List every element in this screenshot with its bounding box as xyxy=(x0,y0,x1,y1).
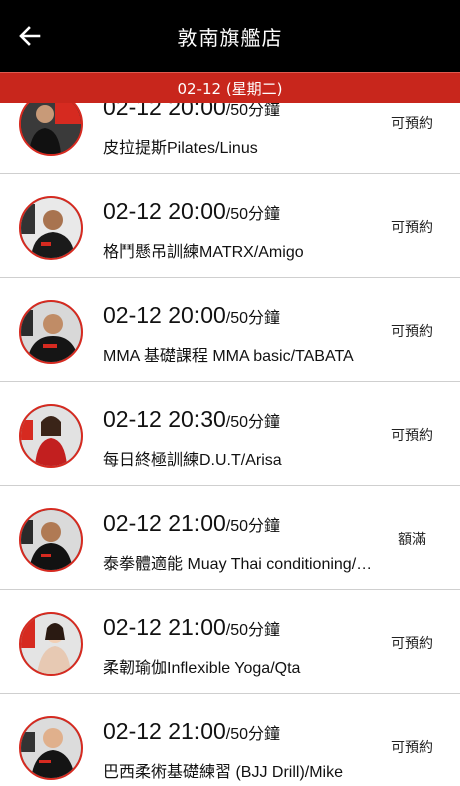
date-section-header: 02-12 (星期二) xyxy=(0,72,460,103)
class-row[interactable]: 02-12 20:00/50分鐘 MMA 基礎課程 MMA basic/TABA… xyxy=(0,278,460,382)
session-time: 02-12 21:00/50分鐘 xyxy=(103,718,280,745)
session-time-value: 02-12 20:00 xyxy=(103,302,226,328)
session-time-value: 02-12 21:00 xyxy=(103,510,226,536)
session-time-value: 02-12 20:30 xyxy=(103,406,226,432)
class-name: 柔韌瑜伽Inflexible Yoga/Qta xyxy=(103,660,301,677)
class-row[interactable]: 02-12 20:30/50分鐘 每日終極訓練D.U.T/Arisa 可預約 xyxy=(0,382,460,486)
session-time: 02-12 21:00/50分鐘 xyxy=(103,510,280,537)
session-time-value: 02-12 21:00 xyxy=(103,718,226,744)
session-duration: /50分鐘 xyxy=(225,622,281,639)
class-row[interactable]: 02-12 21:00/50分鐘 柔韌瑜伽Inflexible Yoga/Qta… xyxy=(0,590,460,694)
instructor-avatar xyxy=(19,404,83,468)
arrow-left-icon xyxy=(19,26,41,46)
session-duration: /50分鐘 xyxy=(225,726,281,743)
booking-status[interactable]: 可預約 xyxy=(391,113,433,133)
instructor-avatar xyxy=(19,196,83,260)
session-duration: /50分鐘 xyxy=(225,103,281,119)
class-row[interactable]: 02-12 21:00/50分鐘 泰拳體適能 Muay Thai conditi… xyxy=(0,486,460,590)
session-time: 02-12 20:30/50分鐘 xyxy=(103,406,280,433)
booking-status: 額滿 xyxy=(398,532,426,548)
session-time: 02-12 20:00/50分鐘 xyxy=(103,302,280,329)
booking-status[interactable]: 可預約 xyxy=(391,737,433,757)
date-label: 02-12 (星期二) xyxy=(177,79,283,98)
class-name: 巴西柔術基礎練習 (BJJ Drill)/Mike xyxy=(103,764,343,781)
booking-status[interactable]: 可預約 xyxy=(391,321,433,341)
session-duration: /50分鐘 xyxy=(225,206,281,223)
class-name: 每日終極訓練D.U.T/Arisa xyxy=(103,452,282,469)
class-list-content: 02-12 20:00/50分鐘 皮拉提斯Pilates/Linus 可預約 0… xyxy=(0,103,460,786)
session-duration: /50分鐘 xyxy=(225,518,281,535)
page-title: 敦南旗艦店 xyxy=(177,25,283,50)
instructor-avatar xyxy=(19,508,83,572)
instructor-avatar xyxy=(19,300,83,364)
class-list[interactable]: 02-12 20:00/50分鐘 皮拉提斯Pilates/Linus 可預約 0… xyxy=(0,103,460,786)
session-time: 02-12 20:00/50分鐘 xyxy=(103,198,280,225)
instructor-avatar xyxy=(19,716,83,780)
booking-status[interactable]: 可預約 xyxy=(391,217,433,237)
instructor-avatar xyxy=(19,612,83,676)
back-button[interactable] xyxy=(14,20,46,52)
session-duration: /50分鐘 xyxy=(225,414,281,431)
class-name: 格鬥懸吊訓練MATRX/Amigo xyxy=(103,244,304,261)
session-time: 02-12 20:00/50分鐘 xyxy=(103,103,280,121)
session-time: 02-12 21:00/50分鐘 xyxy=(103,614,280,641)
class-name: MMA 基礎課程 MMA basic/TABATA xyxy=(103,348,354,365)
class-row[interactable]: 02-12 21:00/50分鐘 巴西柔術基礎練習 (BJJ Drill)/Mi… xyxy=(0,694,460,786)
app-header: 敦南旗艦店 xyxy=(0,0,460,72)
session-duration: /50分鐘 xyxy=(225,310,281,327)
session-time-value: 02-12 21:00 xyxy=(103,614,226,640)
class-name: 皮拉提斯Pilates/Linus xyxy=(103,140,258,157)
instructor-avatar xyxy=(19,103,83,156)
booking-status[interactable]: 可預約 xyxy=(391,425,433,445)
class-row[interactable]: 02-12 20:00/50分鐘 皮拉提斯Pilates/Linus 可預約 xyxy=(0,103,460,174)
booking-status[interactable]: 可預約 xyxy=(391,633,433,653)
class-name: 泰拳體適能 Muay Thai conditioning/Ray xyxy=(103,556,373,573)
class-row[interactable]: 02-12 20:00/50分鐘 格鬥懸吊訓練MATRX/Amigo 可預約 xyxy=(0,174,460,278)
session-time-value: 02-12 20:00 xyxy=(103,103,226,120)
session-time-value: 02-12 20:00 xyxy=(103,198,226,224)
